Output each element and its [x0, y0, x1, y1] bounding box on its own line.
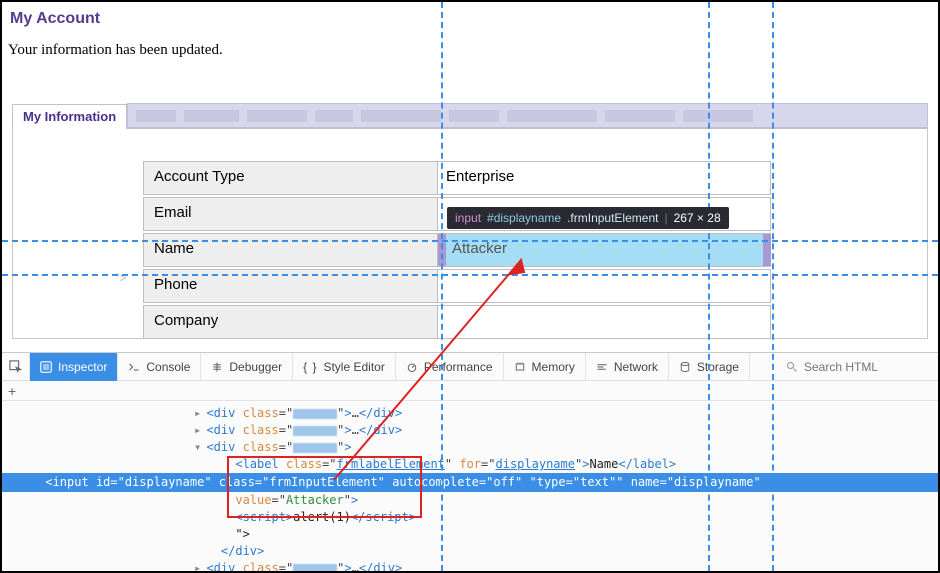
- add-node-icon[interactable]: +: [8, 383, 16, 399]
- annotation-box: [227, 456, 422, 518]
- guide-h-bottom: [2, 274, 938, 276]
- devtools-search-input[interactable]: [804, 360, 914, 374]
- page-title: My Account: [2, 2, 938, 34]
- value-account-type: Enterprise: [438, 161, 771, 195]
- guide-v-right: [772, 2, 774, 571]
- label-company: Company: [143, 305, 438, 339]
- tab-style-editor[interactable]: { } Style Editor: [293, 353, 396, 381]
- inspector-tooltip: input#displayname.frmInputElement | 267 …: [447, 207, 729, 229]
- devtools-search[interactable]: [778, 360, 938, 374]
- tabbar-rest[interactable]: [127, 103, 928, 128]
- table-row: Account Type Enterprise: [143, 161, 771, 195]
- tabbar: My Information: [12, 103, 928, 129]
- devtools[interactable]: Inspector Console Debugger { } Style Edi…: [2, 352, 938, 571]
- devtools-tabbar: Inspector Console Debugger { } Style Edi…: [2, 353, 938, 381]
- devtools-subbar: +: [2, 381, 938, 401]
- panel-my-information: Account Type Enterprise Email Name Attac…: [12, 129, 928, 339]
- guide-v-mid: [708, 2, 710, 571]
- label-account-type: Account Type: [143, 161, 438, 195]
- tab-console[interactable]: Console: [118, 353, 201, 381]
- tab-network[interactable]: Network: [586, 353, 669, 381]
- label-name: Name: [143, 233, 438, 267]
- status-message: Your information has been updated.: [2, 34, 938, 79]
- tab-memory[interactable]: Memory: [504, 353, 586, 381]
- tab-inspector[interactable]: Inspector: [30, 353, 118, 381]
- tab-debugger[interactable]: Debugger: [201, 353, 293, 381]
- input-displayname[interactable]: Attacker: [438, 233, 771, 267]
- table-row: Name Attacker ">: [143, 233, 771, 267]
- guide-h-top: [2, 240, 938, 242]
- label-email: Email: [143, 197, 438, 231]
- tab-my-information[interactable]: My Information: [12, 104, 127, 129]
- table-row: Company: [143, 305, 771, 339]
- guide-v-left: [441, 2, 443, 571]
- value-company[interactable]: [438, 305, 771, 339]
- tab-performance[interactable]: Performance: [396, 353, 504, 381]
- element-picker-icon[interactable]: [2, 353, 30, 381]
- dom-tree[interactable]: ▸<div class="">…</div> ▸<div class="">…<…: [2, 401, 938, 573]
